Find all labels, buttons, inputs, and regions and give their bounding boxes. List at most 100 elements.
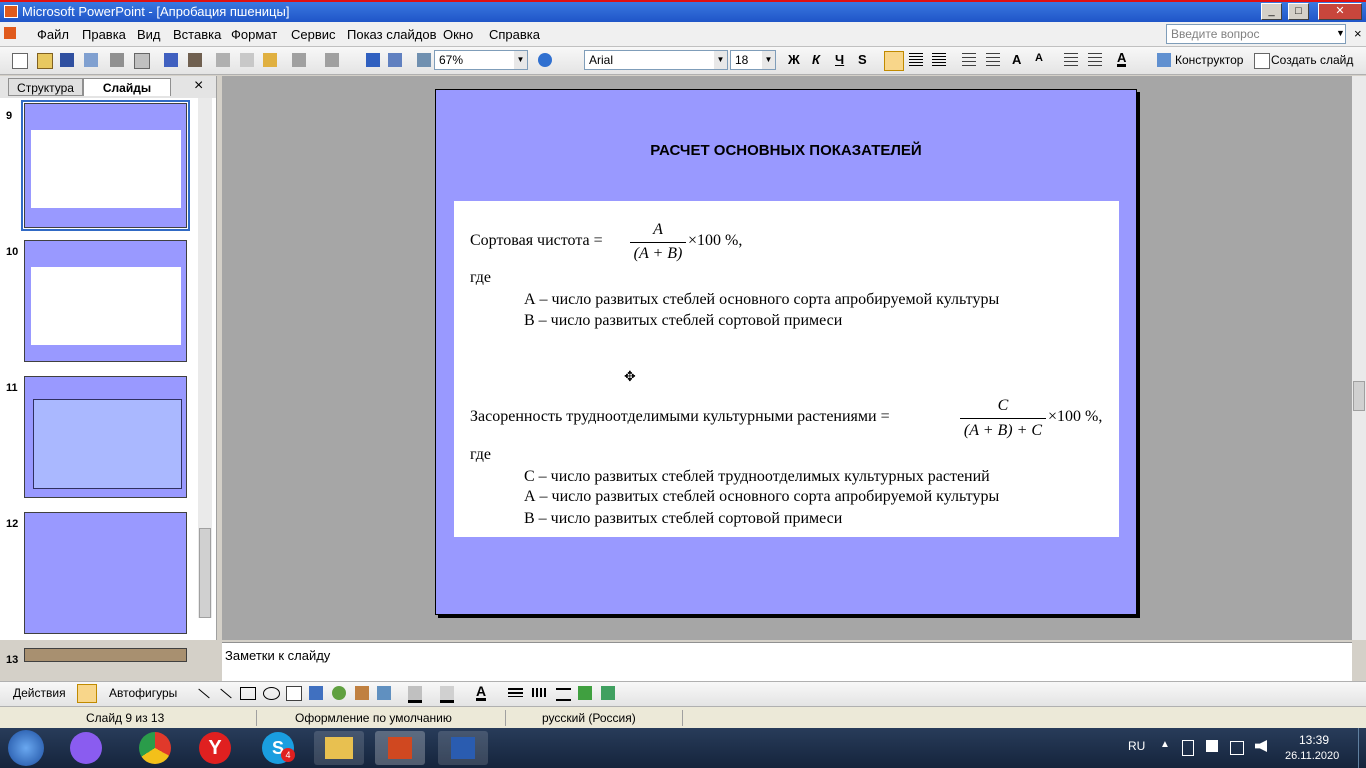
network-icon[interactable] [1230,741,1244,755]
pane-close-icon[interactable]: × [194,77,203,95]
line-icon[interactable] [198,688,210,699]
decrease-font-icon[interactable]: A [1035,52,1043,64]
increase-indent-icon[interactable] [1088,53,1102,67]
shadow-style-icon[interactable] [578,686,592,700]
font-size-select[interactable]: 18 ▼ [730,50,776,70]
save-icon[interactable] [60,53,74,67]
slide-thumbnail-9[interactable] [21,100,190,231]
slide-thumbnail-10[interactable] [24,240,187,362]
shadow-button[interactable]: S [858,52,867,67]
diagram-icon[interactable] [332,686,346,700]
slide-thumbnail-11[interactable] [24,376,187,498]
3d-style-icon[interactable] [601,686,615,700]
align-right-icon[interactable] [932,53,946,67]
arrow-icon[interactable] [220,688,232,699]
tab-outline[interactable]: Структура [8,78,83,96]
help-dropdown-icon[interactable]: ▼ [1336,28,1345,38]
spelling-icon[interactable] [164,53,178,67]
close-button[interactable]: ✕ [1318,3,1362,20]
doc-close-icon[interactable]: × [1354,26,1362,41]
slide[interactable]: РАСЧЕТ ОСНОВНЫХ ПОКАЗАТЕЛЕЙ Сортовая чис… [435,89,1137,615]
yandex-browser-icon[interactable]: Y [199,732,231,764]
grid-icon[interactable] [417,53,431,67]
picture-icon[interactable] [377,686,391,700]
open-icon[interactable] [37,53,53,69]
dash-style-icon[interactable] [532,688,547,697]
actions-menu[interactable]: Действия [13,686,66,700]
cut-icon[interactable] [216,53,230,67]
line-color-icon[interactable] [440,686,454,703]
help-icon[interactable] [538,53,552,67]
clock-date[interactable]: 26.11.2020 [1285,750,1339,762]
format-painter-icon[interactable] [263,53,277,67]
designer-button[interactable]: Конструктор [1175,53,1243,67]
bullets-icon[interactable] [986,53,1000,67]
notes-pane[interactable]: Заметки к слайду [222,642,1352,681]
italic-button[interactable]: К [812,52,820,67]
alice-icon[interactable] [70,732,102,764]
menu-window[interactable]: Окно [443,27,473,42]
tab-slides[interactable]: Слайды [83,78,171,96]
menu-insert[interactable]: Вставка [173,27,221,42]
new-icon[interactable] [12,53,28,69]
explorer-app[interactable] [314,731,364,765]
clipart-icon[interactable] [355,686,369,700]
show-desktop-button[interactable] [1358,728,1366,768]
menu-view[interactable]: Вид [137,27,161,42]
copy-icon[interactable] [240,53,254,67]
textbox-icon[interactable] [286,686,302,701]
autoshapes-menu[interactable]: Автофигуры [109,686,177,700]
oval-icon[interactable] [263,687,280,700]
research-icon[interactable] [188,53,202,67]
slide-title[interactable]: РАСЧЕТ ОСНОВНЫХ ПОКАЗАТЕЛЕЙ [436,142,1136,159]
bold-button[interactable]: Ж [788,52,800,67]
permission-icon[interactable] [84,53,98,67]
align-center-icon[interactable] [909,53,923,67]
slides-scrollbar[interactable] [198,98,212,618]
chart-icon[interactable] [366,53,380,67]
maximize-button[interactable]: □ [1288,3,1309,20]
slide-thumbnail-12[interactable] [24,512,187,634]
underline-button[interactable]: Ч [835,52,844,67]
font-color-icon[interactable]: A [1117,51,1127,67]
start-button[interactable] [8,730,44,766]
fill-color-icon[interactable] [408,686,422,703]
scrollbar-thumb[interactable] [199,528,211,618]
slide-content-box[interactable]: Сортовая чистота = A (A + B) ×100 %, где… [454,201,1119,537]
line-style-icon[interactable] [508,688,523,697]
font-color-draw-icon[interactable]: A [476,684,487,701]
arrow-style-icon[interactable] [556,688,571,701]
menu-slideshow[interactable]: Показ слайдов [347,27,437,42]
word-app[interactable] [438,731,488,765]
menu-file[interactable]: Файл [37,27,69,42]
language-indicator[interactable]: RU [1128,739,1145,753]
volume-icon[interactable] [1255,740,1267,752]
table-icon[interactable] [388,53,402,67]
slide-scrollbar[interactable] [1352,76,1366,640]
redo-icon[interactable] [325,53,339,67]
new-slide-button[interactable]: Создать слайд [1271,53,1353,67]
print-icon[interactable] [110,53,124,67]
undo-icon[interactable] [292,53,306,67]
wordart-icon[interactable] [309,686,323,700]
numbering-icon[interactable] [962,53,976,67]
battery-icon[interactable] [1182,740,1194,756]
font-select[interactable]: Arial ▼ [584,50,728,70]
select-arrow-icon[interactable] [77,684,97,703]
menu-help[interactable]: Справка [489,27,540,42]
flag-icon[interactable] [1206,740,1218,752]
tray-arrow-icon[interactable]: ▲ [1160,739,1170,750]
preview-icon[interactable] [134,53,150,69]
menu-tools[interactable]: Сервис [291,27,336,42]
increase-font-icon[interactable]: A [1012,52,1021,67]
powerpoint-app[interactable] [375,731,425,765]
zoom-select[interactable]: 67% ▼ [434,50,528,70]
chrome-icon[interactable] [139,732,171,764]
menu-format[interactable]: Формат [231,27,277,42]
slide-thumbnail-13[interactable] [24,648,187,662]
help-search-input[interactable]: Введите вопрос [1166,24,1346,44]
minimize-button[interactable]: _ [1261,3,1282,20]
rectangle-icon[interactable] [240,687,256,700]
align-left-icon[interactable] [884,51,904,71]
menu-edit[interactable]: Правка [82,27,126,42]
